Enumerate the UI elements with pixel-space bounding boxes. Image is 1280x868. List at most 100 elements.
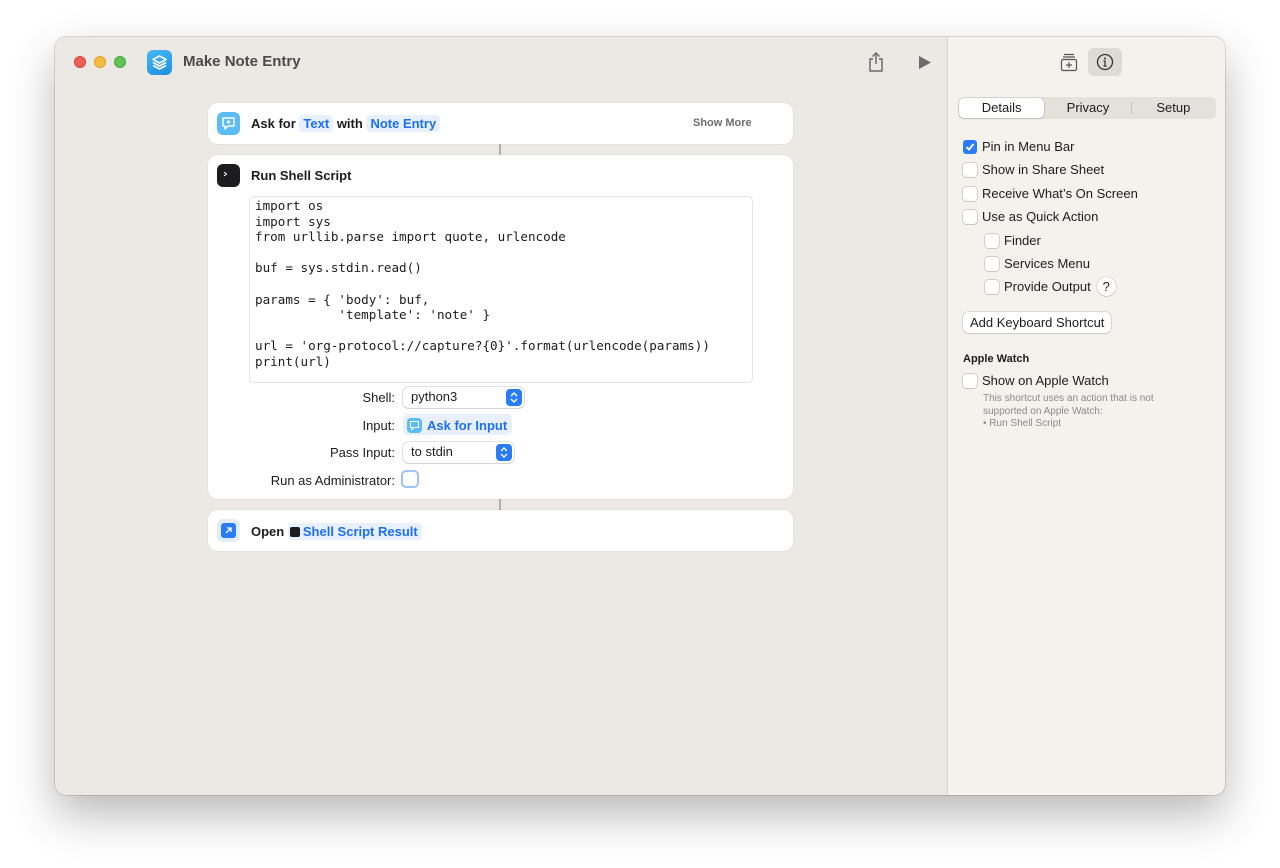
show-in-share-sheet-option[interactable]: Show in Share Sheet	[963, 162, 1104, 177]
code-line: 'template': 'note' }	[255, 307, 491, 323]
run-as-admin-label: Run as Administrator:	[270, 473, 395, 488]
apple-watch-note-line: This shortcut uses an action that is not	[983, 393, 1154, 404]
arrow-up-right-icon	[221, 523, 236, 538]
run-as-admin-checkbox[interactable]	[401, 470, 419, 488]
segment-divider	[1130, 102, 1132, 114]
tab-details[interactable]: Details	[959, 98, 1045, 118]
chevron-up-down-icon	[506, 389, 522, 406]
ask-input-icon	[217, 112, 240, 135]
help-button[interactable]: ?	[1096, 277, 1116, 296]
close-window-button[interactable]	[74, 56, 86, 68]
library-add-icon	[1060, 53, 1078, 71]
input-type-token[interactable]: Text	[299, 115, 334, 132]
apple-watch-heading: Apple Watch	[963, 353, 1030, 365]
shortcuts-window: Make Note Entry Ask for Text with Note E…	[55, 37, 1225, 795]
pass-input-value: to stdin	[411, 444, 453, 459]
quick-action-label: Use as Quick Action	[982, 209, 1099, 224]
action-connector	[499, 499, 501, 510]
share-icon	[869, 51, 883, 72]
sidebar-tabs: Details Privacy Setup	[958, 97, 1216, 119]
ask-verb: Ask for	[251, 116, 296, 131]
editor-pane: Make Note Entry Ask for Text with Note E…	[55, 37, 947, 795]
show-in-share-sheet-label: Show in Share Sheet	[982, 162, 1105, 177]
code-line: import sys	[255, 213, 331, 229]
quick-action-option[interactable]: Use as Quick Action	[963, 209, 1098, 224]
info-button[interactable]	[1088, 48, 1122, 76]
open-action[interactable]: Open Shell Script Result	[208, 510, 793, 551]
input-variable-token[interactable]: Ask for Input	[403, 414, 513, 435]
add-to-library-button[interactable]	[1052, 48, 1086, 76]
ask-input-icon	[407, 418, 422, 433]
shortcut-app-icon[interactable]	[147, 50, 172, 75]
finder-label: Finder	[1004, 233, 1041, 248]
add-keyboard-shortcut-button[interactable]: Add Keyboard Shortcut	[963, 312, 1112, 333]
code-line: import os	[255, 198, 324, 213]
script-editor[interactable]: import os import sys from urllib.parse i…	[249, 196, 753, 383]
provide-output-label: Provide Output	[1004, 279, 1091, 294]
open-verb: Open	[251, 524, 285, 539]
finder-checkbox[interactable]	[985, 233, 999, 248]
pin-in-menu-bar-checkbox[interactable]	[963, 139, 977, 154]
services-menu-checkbox[interactable]	[985, 256, 999, 271]
chevron-up-down-icon	[496, 444, 512, 461]
share-button[interactable]	[864, 50, 888, 74]
apple-watch-note-line: supported on Apple Watch:	[983, 405, 1103, 417]
show-on-apple-watch-checkbox[interactable]	[963, 373, 977, 388]
shell-select[interactable]: python3	[403, 387, 524, 408]
code-line: url = 'org-protocol://capture?{0}'.forma…	[255, 338, 710, 354]
provide-output-checkbox[interactable]	[985, 279, 999, 294]
apple-watch-note-line: • Run Shell Script	[983, 418, 1061, 429]
code-line: print(url)	[255, 353, 331, 369]
services-menu-label: Services Menu	[1004, 256, 1090, 271]
run-button[interactable]	[913, 50, 937, 74]
open-action-text: Open Shell Script Result	[251, 523, 422, 540]
shell-label: Shell:	[362, 390, 395, 405]
receive-on-screen-checkbox[interactable]	[963, 186, 977, 201]
receive-on-screen-option[interactable]: Receive What’s On Screen	[963, 186, 1138, 201]
provide-output-option[interactable]: Provide Output ?	[985, 277, 1116, 296]
pass-input-select[interactable]: to stdin	[403, 442, 514, 463]
run-shell-script-action[interactable]: Run Shell Script import os import sys fr…	[208, 155, 793, 499]
services-menu-option[interactable]: Services Menu	[985, 256, 1090, 271]
pass-input-label: Pass Input:	[329, 445, 395, 460]
pin-in-menu-bar-label: Pin in Menu Bar	[982, 139, 1075, 154]
prompt-token[interactable]: Note Entry	[366, 115, 441, 132]
input-label: Input:	[362, 418, 395, 433]
show-on-apple-watch-option[interactable]: Show on Apple Watch	[963, 373, 1109, 388]
details-sidebar: Details Privacy Setup Pin in Menu Bar Sh…	[947, 37, 1225, 795]
show-on-apple-watch-label: Show on Apple Watch	[982, 373, 1109, 388]
show-in-share-sheet-checkbox[interactable]	[963, 162, 977, 177]
quick-action-checkbox[interactable]	[963, 209, 977, 224]
minimize-window-button[interactable]	[94, 56, 106, 68]
layers-icon	[152, 55, 167, 70]
tab-privacy[interactable]: Privacy	[1045, 97, 1130, 119]
ask-for-input-action[interactable]: Ask for Text with Note Entry Show More	[208, 103, 793, 144]
input-variable-label: Ask for Input	[427, 418, 508, 433]
ask-with-label: with	[336, 116, 363, 131]
shell-action-title: Run Shell Script	[251, 168, 352, 183]
terminal-icon	[217, 164, 240, 187]
shell-select-value: python3	[411, 389, 458, 404]
terminal-icon	[289, 527, 300, 537]
finder-option[interactable]: Finder	[985, 233, 1041, 248]
shell-result-token[interactable]: Shell Script Result	[287, 523, 422, 540]
tab-setup[interactable]: Setup	[1130, 97, 1216, 119]
code-line: params = { 'body': buf,	[255, 291, 430, 307]
receive-on-screen-label: Receive What’s On Screen	[982, 186, 1138, 201]
info-icon	[1096, 53, 1114, 71]
action-connector	[499, 144, 501, 155]
open-action-icon	[217, 519, 240, 542]
play-icon	[919, 55, 931, 69]
apple-watch-note: This shortcut uses an action that is not…	[983, 393, 1183, 431]
checkmark-icon	[965, 142, 975, 151]
zoom-window-button[interactable]	[114, 56, 126, 68]
code-line: buf = sys.stdin.read()	[255, 260, 422, 276]
code-line: from urllib.parse import quote, urlencod…	[255, 229, 566, 245]
tab-privacy-label: Privacy	[1066, 100, 1110, 115]
pin-in-menu-bar-option[interactable]: Pin in Menu Bar	[963, 139, 1075, 154]
tab-setup-label: Setup	[1156, 100, 1191, 115]
show-more-button[interactable]: Show More	[693, 117, 752, 129]
